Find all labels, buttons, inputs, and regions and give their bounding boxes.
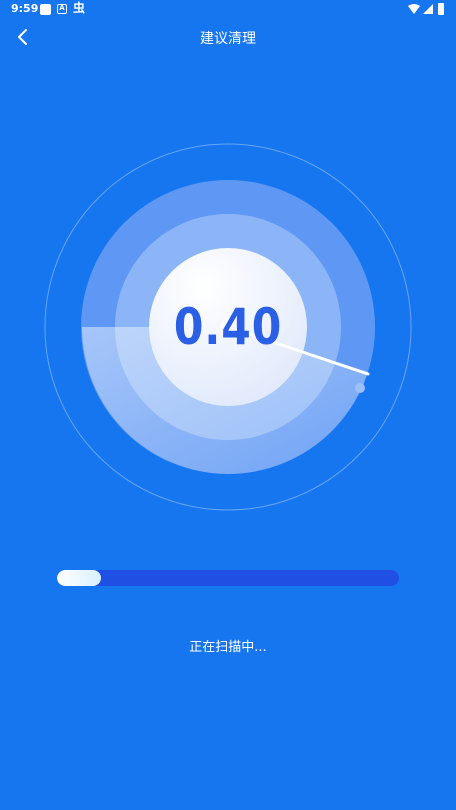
status-time: 9:59 xyxy=(11,2,39,15)
orbit-dot xyxy=(355,383,365,393)
bug-icon: 虫 xyxy=(73,1,86,15)
progress-bar xyxy=(57,570,399,586)
scan-status-text: 正在扫描中... xyxy=(189,640,267,655)
wifi-icon xyxy=(408,4,420,14)
notification-square-icon xyxy=(40,4,51,15)
screen: 9:59 A 虫 建议清理 0.40 正在扫描中... xyxy=(0,0,456,810)
progress-fill xyxy=(57,570,102,586)
signal-icon xyxy=(423,4,433,14)
battery-icon xyxy=(438,3,444,15)
gauge-value: 0.40 xyxy=(173,298,283,356)
a-badge-icon: A xyxy=(57,4,67,14)
page-title: 建议清理 xyxy=(200,31,256,47)
status-bar: 9:59 A 虫 xyxy=(0,0,456,20)
